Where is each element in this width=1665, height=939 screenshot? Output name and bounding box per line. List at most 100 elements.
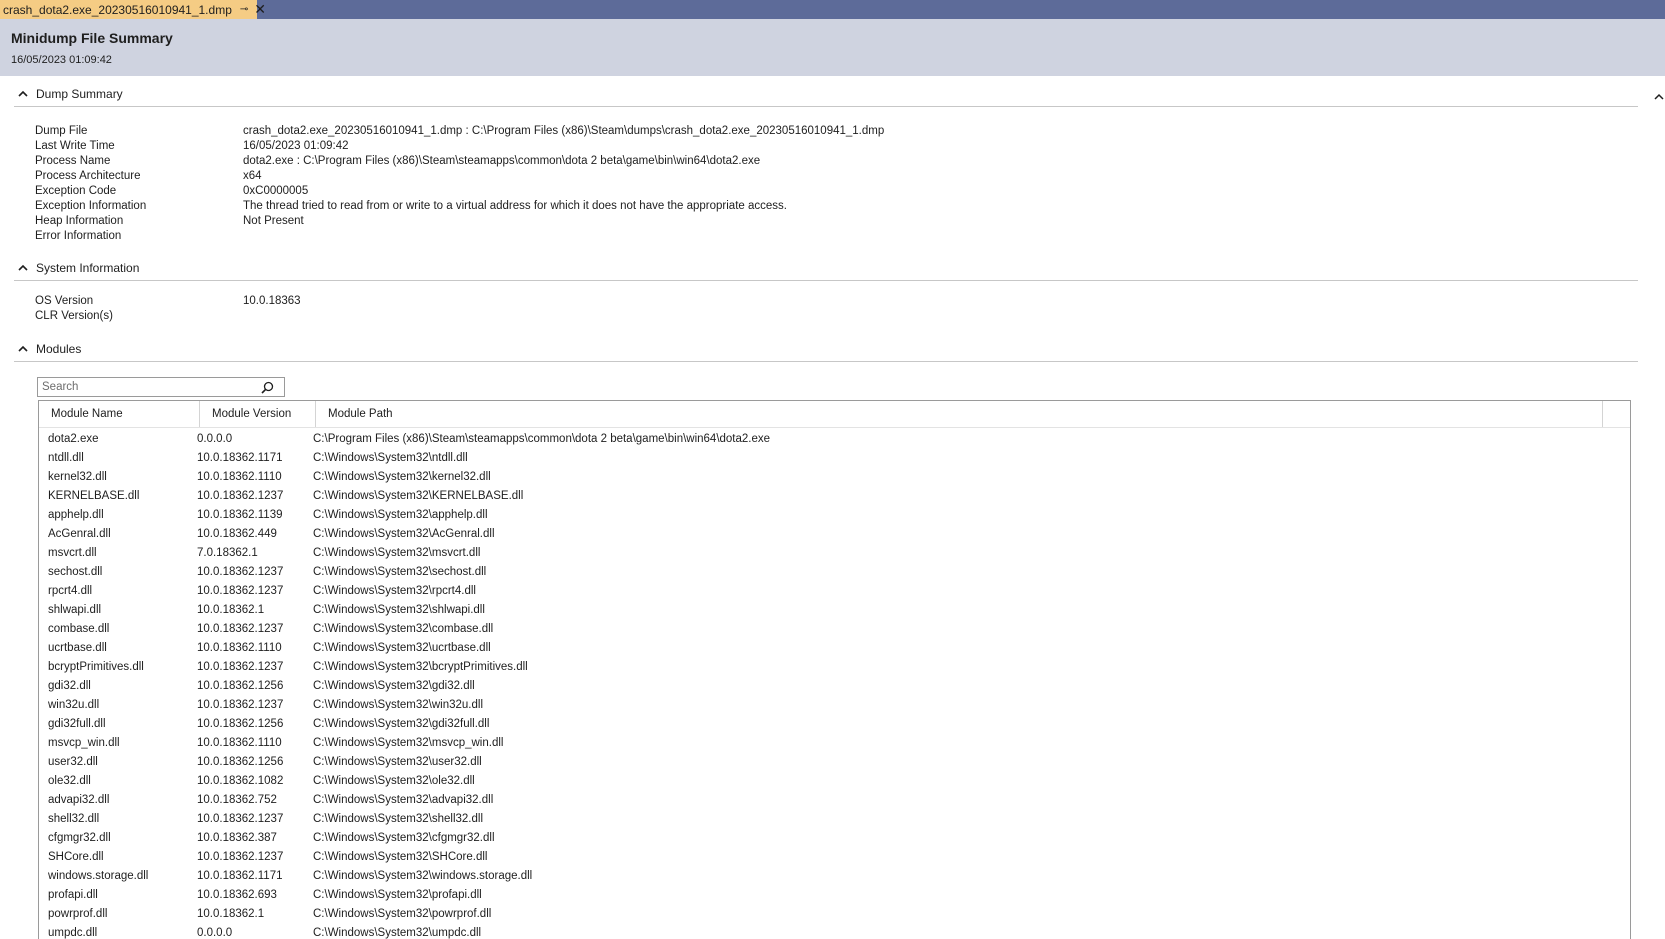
dump-timestamp: 16/05/2023 01:09:42	[11, 54, 112, 66]
table-row[interactable]: ntdll.dll 10.0.18362.1171 C:\Windows\Syste…	[39, 449, 1630, 468]
field-row: Last Write Time 16/05/2023 01:09:42	[35, 139, 884, 154]
section-title: Dump Summary	[36, 87, 123, 101]
cell-module-name: gdi32full.dll	[48, 718, 106, 730]
field-row: CLR Version(s)	[35, 309, 301, 324]
column-header-module-path[interactable]: Module Path	[316, 401, 1603, 427]
table-row[interactable]: ole32.dll 10.0.18362.1082 C:\Windows\Syste…	[39, 772, 1630, 791]
cell-module-name: advapi32.dll	[48, 794, 110, 806]
cell-module-version: 10.0.18362.1110	[197, 471, 282, 483]
column-header-module-version[interactable]: Module Version	[200, 401, 316, 427]
table-row[interactable]: windows.storage.dll 10.0.18362.1171 C:\Win…	[39, 867, 1630, 886]
cell-module-version: 0.0.0.0	[197, 927, 233, 939]
table-row[interactable]: powrprof.dll 10.0.18362.1 C:\Windows\Syste…	[39, 905, 1630, 924]
cell-module-name: apphelp.dll	[48, 509, 104, 521]
cell-module-name: dota2.exe	[48, 433, 99, 445]
cell-module-version: 10.0.18362.1256	[197, 718, 284, 730]
table-row[interactable]: combase.dll 10.0.18362.1237 C:\Windows\Sys…	[39, 620, 1630, 639]
table-body: dota2.exe 0.0.0.0 C:\Program Files (x86)\S…	[39, 428, 1630, 939]
pin-icon[interactable]: ⊸	[240, 4, 248, 15]
table-row[interactable]: gdi32full.dll 10.0.18362.1256 C:\Windows\S…	[39, 715, 1630, 734]
table-row[interactable]: KERNELBASE.dll 10.0.18362.1237 C:\Windows\…	[39, 487, 1630, 506]
cell-module-version: 10.0.18362.1171	[197, 870, 283, 882]
chevron-up-icon	[18, 264, 28, 271]
cell-module-name: shell32.dll	[48, 813, 100, 825]
table-row[interactable]: kernel32.dll 10.0.18362.1110 C:\Windows\Sy…	[39, 468, 1630, 487]
section-divider	[14, 280, 1638, 281]
cell-module-name: gdi32.dll	[48, 680, 91, 692]
cell-module-path: C:\Windows\System32\gdi32full.dll	[313, 718, 490, 730]
table-row[interactable]: msvcrt.dll 7.0.18362.1 C:\Windows\System32…	[39, 544, 1630, 563]
table-row[interactable]: gdi32.dll 10.0.18362.1256 C:\Windows\Syste…	[39, 677, 1630, 696]
cell-module-name: ntdll.dll	[48, 452, 84, 464]
cell-module-name: umpdc.dll	[48, 927, 98, 939]
cell-module-name: sechost.dll	[48, 566, 103, 578]
field-row: Exception Code 0xC0000005	[35, 184, 884, 199]
cell-module-name: msvcrt.dll	[48, 547, 97, 559]
table-row[interactable]: dota2.exe 0.0.0.0 C:\Program Files (x86)\S…	[39, 430, 1630, 449]
field-label: Dump File	[35, 125, 88, 137]
cell-module-name: SHCore.dll	[48, 851, 104, 863]
search-icon[interactable]	[258, 378, 276, 396]
tab-title: crash_dota2.exe_20230516010941_1.dmp	[3, 2, 232, 17]
cell-module-version: 10.0.18362.1237	[197, 566, 284, 578]
table-row[interactable]: umpdc.dll 0.0.0.0 C:\Windows\System32\umpd…	[39, 924, 1630, 939]
table-row[interactable]: win32u.dll 10.0.18362.1237 C:\Windows\Syst…	[39, 696, 1630, 715]
section-system-information-header[interactable]: System Information	[18, 260, 139, 276]
cell-module-version: 10.0.18362.1139	[197, 509, 283, 521]
cell-module-version: 10.0.18362.1256	[197, 680, 284, 692]
cell-module-path: C:\Windows\System32\user32.dll	[313, 756, 482, 768]
cell-module-version: 10.0.18362.1110	[197, 737, 282, 749]
search-input[interactable]	[38, 380, 258, 394]
table-row[interactable]: shell32.dll 10.0.18362.1237 C:\Windows\Sys…	[39, 810, 1630, 829]
section-dump-summary-header[interactable]: Dump Summary	[18, 86, 123, 102]
document-tab[interactable]: crash_dota2.exe_20230516010941_1.dmp ⊸ ✕	[0, 0, 266, 19]
cell-module-version: 10.0.18362.752	[197, 794, 277, 806]
modules-table: Module Name Module Version Module Path d…	[38, 400, 1631, 939]
table-row[interactable]: apphelp.dll 10.0.18362.1139 C:\Windows\Sys…	[39, 506, 1630, 525]
cell-module-name: user32.dll	[48, 756, 98, 768]
cell-module-version: 10.0.18362.387	[197, 832, 277, 844]
section-modules-header[interactable]: Modules	[18, 341, 81, 357]
table-row[interactable]: ucrtbase.dll 10.0.18362.1110 C:\Windows\Sy…	[39, 639, 1630, 658]
cell-module-version: 7.0.18362.1	[197, 547, 258, 559]
table-row[interactable]: profapi.dll 10.0.18362.693 C:\Windows\Syst…	[39, 886, 1630, 905]
cell-module-path: C:\Windows\System32\gdi32.dll	[313, 680, 475, 692]
cell-module-name: ole32.dll	[48, 775, 91, 787]
column-header-module-name[interactable]: Module Name	[39, 401, 200, 427]
cell-module-name: ucrtbase.dll	[48, 642, 107, 654]
table-row[interactable]: sechost.dll 10.0.18362.1237 C:\Windows\Sys…	[39, 563, 1630, 582]
table-row[interactable]: bcryptPrimitives.dll 10.0.18362.1237 C:\Wi…	[39, 658, 1630, 677]
table-row[interactable]: msvcp_win.dll 10.0.18362.1110 C:\Windows\S…	[39, 734, 1630, 753]
table-row[interactable]: SHCore.dll 10.0.18362.1237 C:\Windows\Syst…	[39, 848, 1630, 867]
field-value: crash_dota2.exe_20230516010941_1.dmp : C…	[243, 125, 885, 137]
cell-module-version: 10.0.18362.1237	[197, 585, 284, 597]
cell-module-version: 10.0.18362.693	[197, 889, 277, 901]
cell-module-path: C:\Windows\System32\kernel32.dll	[313, 471, 491, 483]
cell-module-name: windows.storage.dll	[48, 870, 149, 882]
cell-module-path: C:\Windows\System32\win32u.dll	[313, 699, 484, 711]
table-row[interactable]: advapi32.dll 10.0.18362.752 C:\Windows\Sys…	[39, 791, 1630, 810]
cell-module-name: profapi.dll	[48, 889, 98, 901]
chevron-up-icon	[18, 90, 28, 97]
cell-module-path: C:\Windows\System32\combase.dll	[313, 623, 494, 635]
table-row[interactable]: user32.dll 10.0.18362.1256 C:\Windows\Syst…	[39, 753, 1630, 772]
table-row[interactable]: AcGenral.dll 10.0.18362.449 C:\Windows\Sys…	[39, 525, 1630, 544]
cell-module-version: 10.0.18362.1	[197, 604, 265, 616]
cell-module-path: C:\Windows\System32\sechost.dll	[313, 566, 487, 578]
table-row[interactable]: shlwapi.dll 10.0.18362.1 C:\Windows\System…	[39, 601, 1630, 620]
summary-header: Minidump File Summary 16/05/2023 01:09:4…	[0, 19, 1665, 76]
cell-module-version: 10.0.18362.1237	[197, 699, 284, 711]
close-icon[interactable]: ✕	[254, 1, 266, 18]
field-row: Error Information	[35, 229, 884, 244]
cell-module-path: C:\Windows\System32\advapi32.dll	[313, 794, 494, 806]
cell-module-path: C:\Windows\System32\ntdll.dll	[313, 452, 468, 464]
field-row: Dump File crash_dota2.exe_20230516010941_…	[35, 124, 884, 139]
collapse-all-icon[interactable]	[1654, 92, 1664, 102]
cell-module-version: 0.0.0.0	[197, 433, 233, 445]
field-value: 0xC0000005	[243, 185, 309, 197]
cell-module-name: combase.dll	[48, 623, 110, 635]
cell-module-path: C:\Windows\System32\AcGenral.dll	[313, 528, 495, 540]
cell-module-name: msvcp_win.dll	[48, 737, 120, 749]
table-row[interactable]: rpcrt4.dll 10.0.18362.1237 C:\Windows\Syst…	[39, 582, 1630, 601]
table-row[interactable]: cfgmgr32.dll 10.0.18362.387 C:\Windows\Sys…	[39, 829, 1630, 848]
